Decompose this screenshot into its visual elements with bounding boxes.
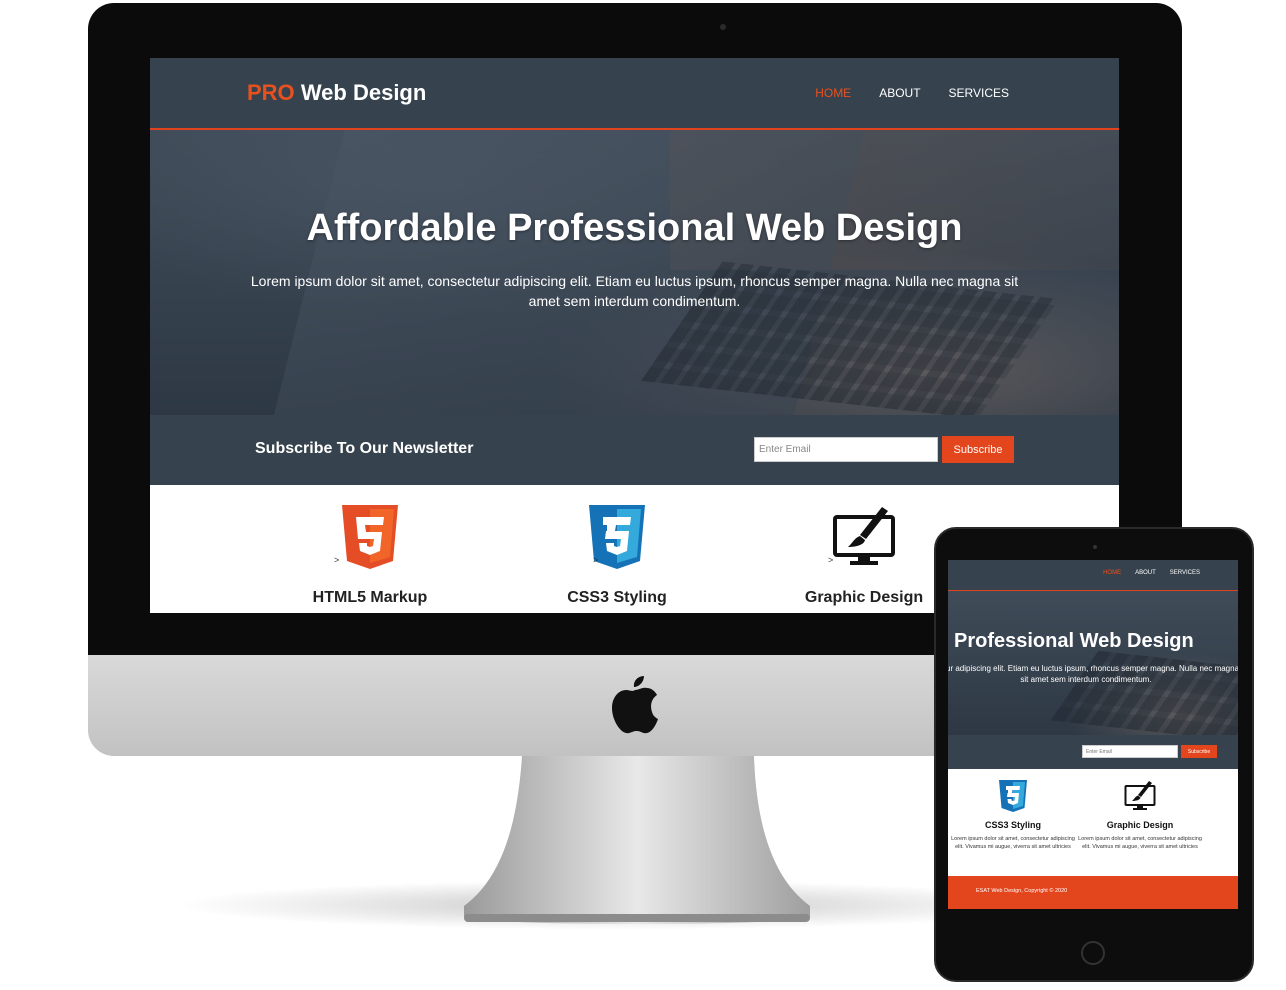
tablet-newsletter-bar: Subscribe [948,735,1238,769]
css3-icon [999,780,1027,812]
tablet-hero-title: Professional Web Design [954,630,1194,652]
nav-item-home[interactable]: HOME [815,86,851,100]
feature-html5: > HTML5 Markup [250,485,490,607]
ipad-home-button[interactable] [1081,941,1105,965]
tablet-hero-text: ur adipiscing elit. Etiam eu luctus ipsu… [948,663,1238,685]
tablet-hero-text-line: sit amet sem interdum condimentum. [1020,675,1152,684]
tablet-email-input[interactable] [1082,745,1178,758]
imac-stand [464,756,810,924]
main-nav: HOME ABOUT SERVICES [815,86,1009,100]
newsletter-bar: Subscribe To Our Newsletter Subscribe [150,415,1119,485]
tablet-features-section: CSS3 Styling Lorem ipsum dolor sit amet,… [948,770,1238,876]
feature-title: HTML5 Markup [312,589,428,606]
tablet-feature-text: Lorem ipsum dolor sit amet, consectetur … [951,836,1075,850]
hero-text: Lorem ipsum dolor sit amet, consectetur … [250,273,1019,309]
tablet-hero-text-line: ur adipiscing elit. Etiam eu luctus ipsu… [948,664,1238,673]
tablet-nav-item-home[interactable]: HOME [1103,570,1121,576]
subscribe-button[interactable]: Subscribe [942,436,1014,463]
footer-copyright: ESAT Web Design, Copyright © 2020 [976,888,1068,894]
html5-icon [342,505,398,569]
newsletter-title: Subscribe To Our Newsletter [255,440,474,457]
tablet-subscribe-button[interactable]: Subscribe [1181,745,1217,758]
tablet-feature-title: Graphic Design [1106,820,1174,830]
tablet-feature-title: CSS3 Styling [984,820,1041,830]
tablet-footer: ESAT Web Design, Copyright © 2020 [948,876,1238,909]
nav-item-about[interactable]: ABOUT [879,86,920,100]
monitor-brush-icon [1124,781,1156,810]
feature-arrow: > [828,555,834,565]
tablet-feature-css3: CSS3 Styling Lorem ipsum dolor sit amet,… [950,770,1076,851]
feature-title: CSS3 Styling [567,589,667,606]
hero-title: Affordable Professional Web Design [306,207,963,249]
nav-item-services[interactable]: SERVICES [949,86,1009,100]
tablet-hero-section: Professional Web Design ur adipiscing el… [948,591,1238,735]
apple-logo-icon [612,676,658,734]
camera-icon [720,24,726,30]
tablet-feature-graphic-design: Graphic Design Lorem ipsum dolor sit ame… [1077,770,1203,851]
tablet-main-nav: HOME ABOUT SERVICES [1103,570,1200,576]
feature-css3: > CSS3 Styling [497,485,737,607]
feature-arrow: > [593,555,599,565]
hero-section: Affordable Professional Web Design Lorem… [150,130,1119,415]
tablet-feature-text: Lorem ipsum dolor sit amet, consectetur … [1078,836,1202,850]
tablet-site-header: HOME ABOUT SERVICES [948,560,1238,591]
monitor-brush-icon [833,507,895,565]
site-logo[interactable]: PRO Web Design [247,80,426,106]
tablet-nav-item-about[interactable]: ABOUT [1135,570,1156,576]
ipad-camera-icon [1093,545,1097,549]
tablet-website-screen: HOME ABOUT SERVICES Professional Web Des… [948,560,1238,909]
feature-arrow: > [334,555,340,565]
logo-highlight: PRO [247,80,295,105]
logo-text: Web Design [300,80,427,105]
email-input[interactable] [754,437,938,462]
tablet-nav-item-services[interactable]: SERVICES [1170,570,1200,576]
site-header: PRO Web Design HOME ABOUT SERVICES [150,58,1119,130]
